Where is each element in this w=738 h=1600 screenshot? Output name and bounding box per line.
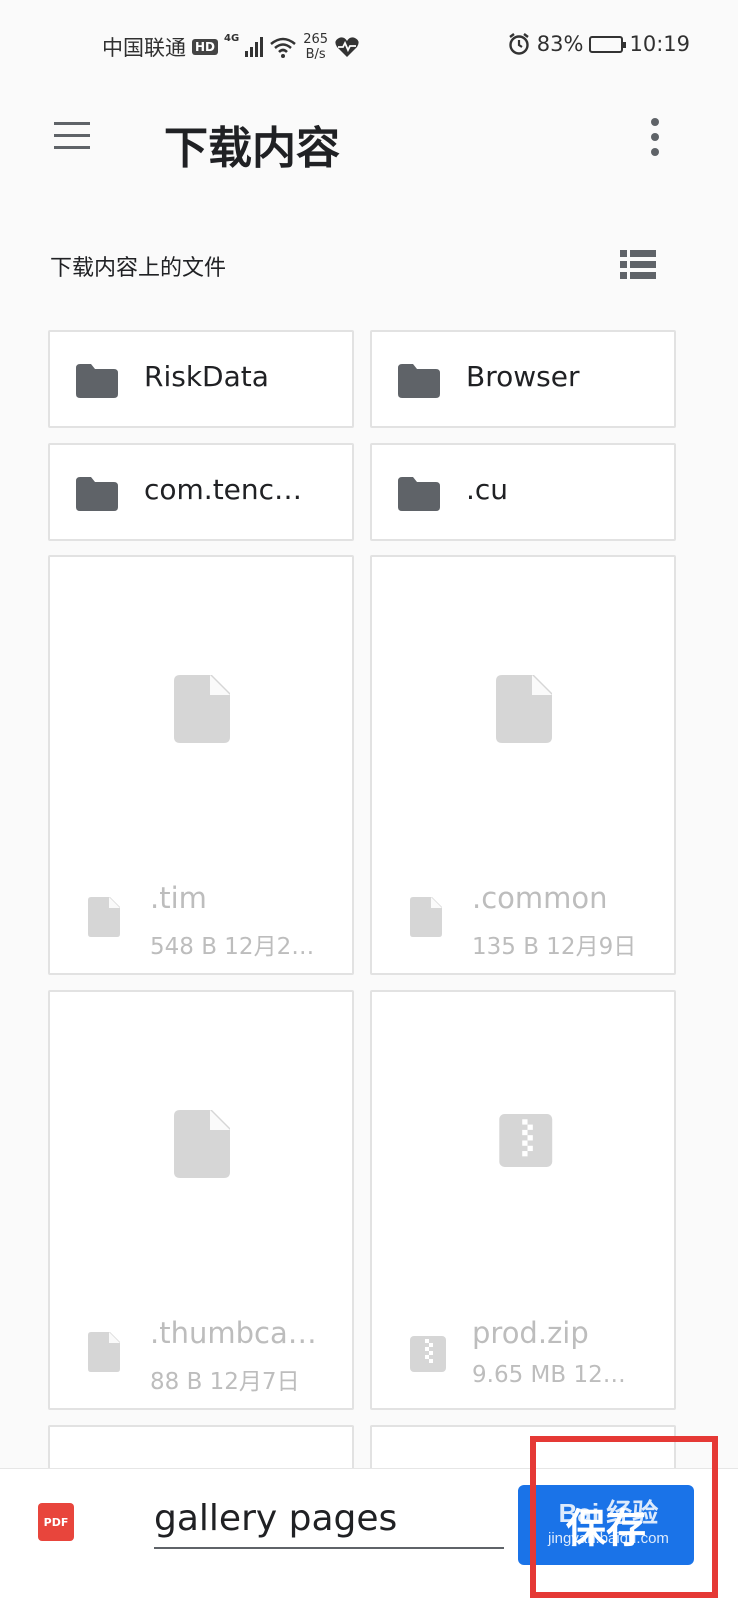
battery-percent: 83% (536, 32, 584, 56)
file-icon (174, 675, 230, 743)
signal-icon (245, 37, 264, 57)
folder-name: .cu (466, 473, 509, 506)
folder-icon (398, 364, 440, 398)
status-left: 中国联通 HD 4G 265 B/s (102, 32, 360, 62)
speed-value: 265 (303, 32, 329, 47)
file-icon (410, 897, 442, 937)
battery-icon (589, 35, 627, 53)
file-card-common[interactable]: .common 135 B 12月9日 (370, 555, 676, 975)
network-speed: 265 B/s (303, 32, 328, 62)
app-bar: 下载内容 (0, 90, 738, 200)
hd-icon: HD (192, 39, 219, 55)
file-icon (88, 1332, 120, 1372)
clock: 10:19 (629, 32, 690, 56)
network-type-label: 4G (224, 32, 240, 44)
file-name: prod.zip (472, 1316, 589, 1350)
folder-card-browser[interactable]: Browser (370, 330, 676, 428)
folder-icon (76, 364, 118, 398)
folder-card-riskdata[interactable]: RiskData (48, 330, 354, 428)
folder-card-com-tencent[interactable]: com.tenc… (48, 443, 354, 541)
folder-icon (76, 477, 118, 511)
page-title: 下载内容 (164, 123, 340, 174)
folder-name: com.tenc… (144, 473, 303, 506)
pdf-file-icon: PDF (38, 1503, 74, 1541)
screen: 中国联通 HD 4G 265 B/s 83% 10:19 下载内容 下载内容上的… (0, 0, 738, 1600)
file-name: .tim (150, 881, 207, 915)
alarm-icon (509, 33, 529, 55)
more-options-icon[interactable] (642, 118, 668, 158)
health-heart-icon (335, 37, 359, 57)
file-icon (174, 1110, 230, 1178)
save-button[interactable]: 保存 (518, 1485, 694, 1565)
carrier-label: 中国联通 (102, 36, 186, 60)
file-meta: 135 B 12月9日 (472, 934, 637, 960)
status-right: 83% 10:19 (507, 32, 690, 56)
speed-unit: B/s (305, 47, 326, 62)
file-meta: 548 B 12月2… (150, 934, 315, 960)
file-meta: 88 B 12月7日 (150, 1369, 300, 1395)
folder-card-cu[interactable]: .cu (370, 443, 676, 541)
file-icon (496, 675, 552, 743)
folder-name: Browser (466, 360, 580, 393)
file-name: .common (472, 881, 608, 915)
folder-name: RiskData (144, 360, 269, 393)
folder-icon (398, 477, 440, 511)
file-meta: 9.65 MB 12… (472, 1362, 626, 1388)
list-view-icon[interactable] (620, 250, 656, 280)
status-bar: 中国联通 HD 4G 265 B/s 83% 10:19 (0, 0, 738, 90)
filename-input[interactable] (154, 1489, 504, 1549)
file-icon (88, 897, 120, 937)
section-title: 下载内容上的文件 (50, 256, 227, 281)
save-bar: PDF 保存 Bai 经验 jingyan.baidu.com (0, 1468, 738, 1600)
file-card-tim[interactable]: .tim 548 B 12月2… (48, 555, 354, 975)
wifi-icon (270, 37, 296, 58)
file-name: .thumbca… (150, 1316, 317, 1350)
menu-icon[interactable] (52, 120, 92, 150)
file-card-prod-zip[interactable]: prod.zip 9.65 MB 12… (370, 990, 676, 1410)
zip-icon (410, 1336, 446, 1372)
file-card-thumbcache[interactable]: .thumbca… 88 B 12月7日 (48, 990, 354, 1410)
zip-icon (499, 1114, 553, 1167)
